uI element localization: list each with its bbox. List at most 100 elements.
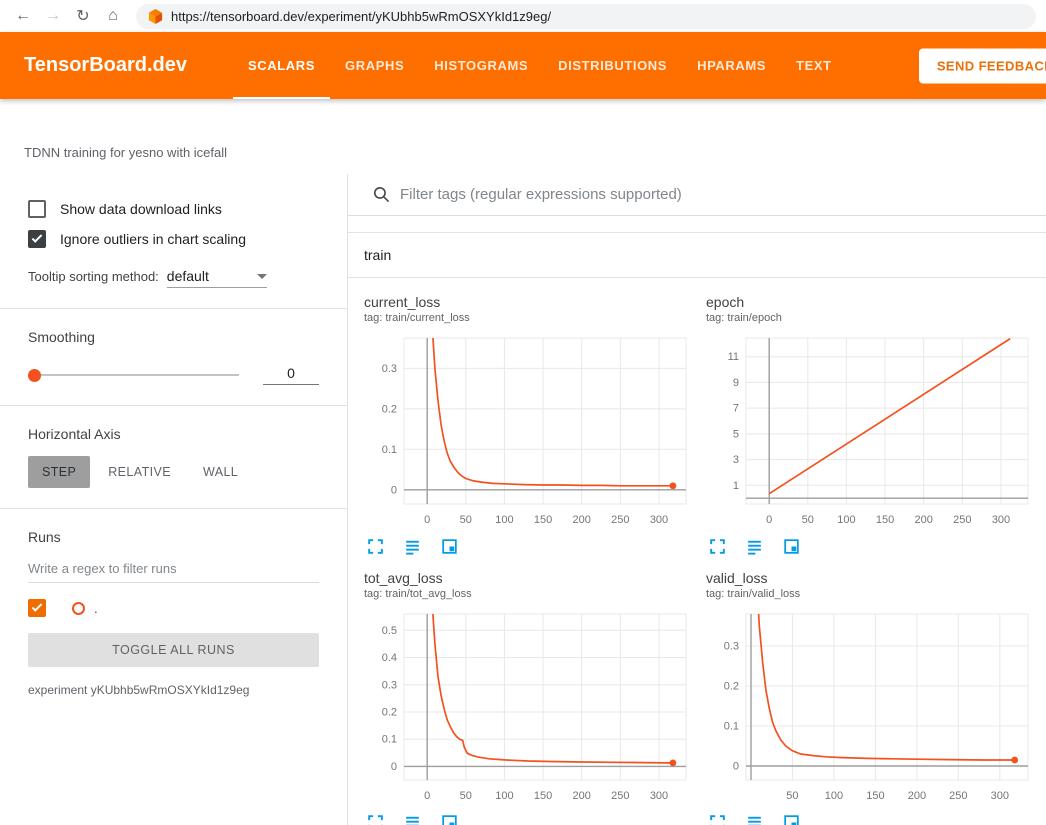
svg-text:9: 9 [733,377,739,389]
svg-text:3: 3 [733,454,739,466]
chart-plot[interactable]: 5010015020025030000.10.20.3 [706,608,1036,808]
svg-text:50: 50 [802,514,814,526]
run-name: . [94,601,98,616]
smoothing-label: Smoothing [28,329,319,345]
tab-scalars[interactable]: SCALARS [233,32,330,99]
send-feedback-button[interactable]: SEND FEEDBACK [919,48,1046,83]
chart-plot[interactable]: 05010015020025030000.10.20.30.40.5 [364,608,694,808]
svg-text:0.3: 0.3 [382,363,397,375]
svg-text:100: 100 [495,790,513,802]
svg-text:7: 7 [733,403,739,415]
fit-domain-icon[interactable] [782,813,801,825]
fit-domain-icon[interactable] [440,537,459,556]
svg-text:150: 150 [534,790,552,802]
tab-hparams[interactable]: HPARAMS [682,32,781,99]
runs-label: Runs [28,529,319,545]
svg-text:100: 100 [495,514,513,526]
svg-text:11: 11 [728,351,739,363]
tooltip-sorting-dropdown[interactable]: default [167,268,267,288]
horizontal-axis-label: Horizontal Axis [28,426,319,442]
svg-text:100: 100 [837,514,855,526]
browser-toolbar: ← → ↻ ⌂ https://tensorboard.dev/experime… [0,0,1046,32]
tooltip-sorting-label: Tooltip sorting method: [28,269,159,288]
chart-toolbar [706,813,1036,825]
tab-graphs[interactable]: GRAPHS [330,32,419,99]
svg-text:0.4: 0.4 [382,652,397,664]
chart-card-tot-avg-loss: tot_avg_losstag: train/tot_avg_loss05010… [364,570,694,825]
checkbox-ignore-outliers-in-chart-scaling[interactable]: Ignore outliers in chart scaling [28,230,319,248]
tab-distributions[interactable]: DISTRIBUTIONS [543,32,682,99]
chart-title: epoch [706,294,1036,310]
chart-tag: tag: train/current_loss [364,312,694,324]
app-header: TensorBoard.dev SCALARSGRAPHSHISTOGRAMSD… [0,32,1046,99]
svg-text:0: 0 [733,761,739,773]
app-title: TensorBoard.dev [24,54,187,77]
chart-title: current_loss [364,294,694,310]
home-icon[interactable]: ⌂ [100,3,126,29]
fit-domain-icon[interactable] [782,537,801,556]
smoothing-slider-thumb[interactable] [28,369,41,382]
chart-plot[interactable]: 05010015020025030000.10.20.3 [364,332,694,532]
tab-histograms[interactable]: HISTOGRAMS [419,32,543,99]
svg-text:50: 50 [786,790,798,802]
fullscreen-icon[interactable] [366,537,385,556]
svg-text:200: 200 [573,790,591,802]
svg-text:0: 0 [766,514,772,526]
reload-icon[interactable]: ↻ [70,3,96,29]
checkbox-show-data-download-links[interactable]: Show data download links [28,200,319,218]
chart-card-valid-loss: valid_losstag: train/valid_loss501001502… [706,570,1036,825]
svg-text:300: 300 [650,514,668,526]
back-icon[interactable]: ← [10,3,36,29]
data-table-icon[interactable] [403,813,422,825]
data-table-icon[interactable] [403,537,422,556]
chart-plot[interactable]: 0501001502002503001357911 [706,332,1036,532]
tag-filter-input[interactable] [400,186,1022,203]
runs-filter-input[interactable] [28,555,319,583]
svg-text:50: 50 [460,790,472,802]
checkbox-box[interactable] [28,230,46,248]
fit-domain-icon[interactable] [440,813,459,825]
svg-text:0.1: 0.1 [724,721,739,733]
divider [0,308,347,309]
svg-text:1: 1 [733,480,739,492]
smoothing-value[interactable]: 0 [263,365,319,385]
tag-group-header[interactable]: train [348,232,1046,278]
data-table-icon[interactable] [745,537,764,556]
svg-text:150: 150 [866,790,884,802]
run-row: . [28,599,319,617]
svg-text:300: 300 [991,790,1009,802]
run-checkbox[interactable] [28,599,46,617]
svg-text:250: 250 [611,514,629,526]
tab-text[interactable]: TEXT [781,32,847,99]
tensorboard-favicon [148,9,163,24]
svg-text:100: 100 [825,790,843,802]
svg-text:0.3: 0.3 [724,641,739,653]
tag-filter-bar [348,174,1046,216]
data-table-icon[interactable] [745,813,764,825]
fullscreen-icon[interactable] [708,813,727,825]
toggle-all-runs-button[interactable]: TOGGLE ALL RUNS [28,633,319,667]
settings-sidebar: Show data download links Ignore outliers … [0,174,348,825]
tooltip-sorting-value: default [167,268,209,284]
chart-toolbar [364,537,694,556]
smoothing-slider[interactable] [28,374,239,376]
svg-text:150: 150 [876,514,894,526]
axis-button-wall[interactable]: WALL [189,456,252,488]
svg-text:250: 250 [953,514,971,526]
svg-text:200: 200 [908,790,926,802]
fullscreen-icon[interactable] [708,537,727,556]
charts-scroll-area[interactable]: train current_loss tag: train/current_los… [348,216,1046,825]
experiment-id: experiment yKUbhb5wRmOSXYkId1z9eg [28,683,319,697]
svg-text:50: 50 [460,514,472,526]
svg-text:300: 300 [992,514,1010,526]
axis-button-relative[interactable]: RELATIVE [94,456,185,488]
svg-text:0.2: 0.2 [382,403,397,415]
address-bar[interactable]: https://tensorboard.dev/experiment/yKUbh… [136,4,1036,29]
axis-button-step[interactable]: STEP [28,456,90,488]
fullscreen-icon[interactable] [366,813,385,825]
forward-icon[interactable]: → [40,3,66,29]
checkbox-label: Ignore outliers in chart scaling [60,231,246,247]
checkbox-box[interactable] [28,200,46,218]
svg-text:0: 0 [391,484,397,496]
url-text: https://tensorboard.dev/experiment/yKUbh… [171,9,551,24]
